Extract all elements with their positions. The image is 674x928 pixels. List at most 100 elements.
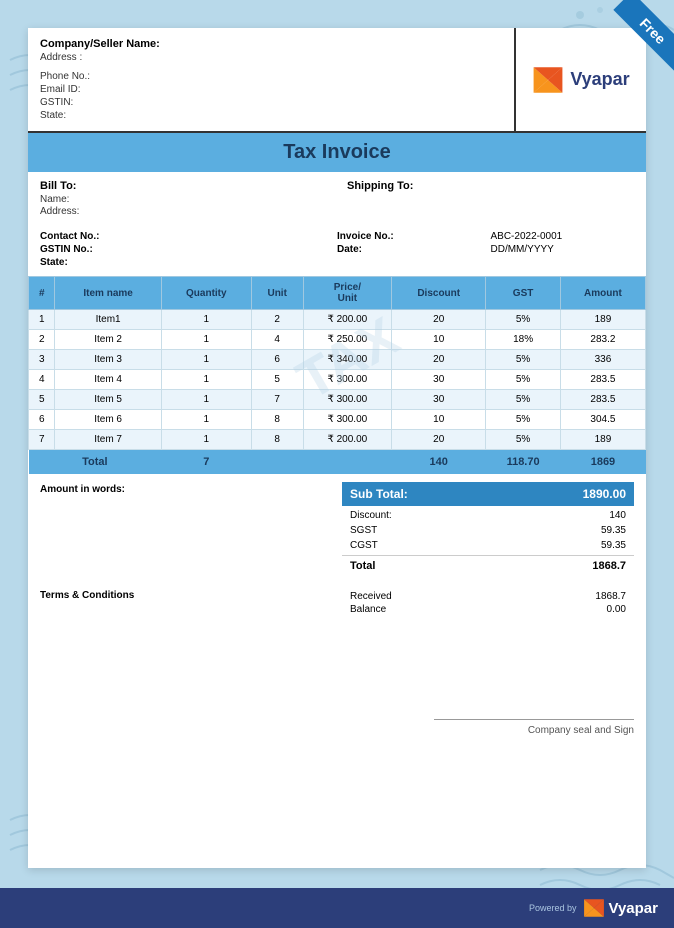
footer-vyapar-logo: Vyapar: [583, 897, 658, 919]
cell-gst: 5%: [486, 310, 561, 330]
date-label-row: Date:: [337, 244, 481, 255]
cell-num: 4: [29, 370, 55, 390]
cell-qty: 1: [161, 330, 251, 350]
free-banner: Free: [584, 0, 674, 90]
cell-qty: 1: [161, 310, 251, 330]
invoice-no-value-row: ABC-2022-0001: [491, 231, 635, 242]
sgst-value: 59.35: [601, 525, 626, 536]
cell-discount: 20: [392, 430, 486, 450]
invoice-right-details: Invoice No.: Date: ABC-2022-0001 DD/MM/Y…: [337, 229, 634, 268]
cell-num: 3: [29, 350, 55, 370]
invoice-title: Tax Invoice: [28, 141, 646, 164]
gstin-no-label: GSTIN No.:: [40, 244, 93, 255]
cell-amount: 189: [560, 310, 645, 330]
cgst-label: CGST: [350, 540, 378, 551]
discount-label: Discount:: [350, 510, 392, 521]
invoice-no-label-row: Invoice No.:: [337, 231, 481, 242]
cell-amount: 283.5: [560, 370, 645, 390]
total-summary-label: Total: [350, 560, 375, 572]
ship-to: Shipping To:: [347, 180, 634, 217]
received-value: 1868.7: [595, 591, 626, 602]
col-price: Price/Unit: [303, 277, 392, 310]
gstin-row: GSTIN No.:: [40, 244, 337, 255]
vyapar-v-icon: [532, 64, 564, 96]
table-footer-row: Total 7 140 118.70 1869: [29, 450, 646, 475]
summary-section: Amount in words: Sub Total: 1890.00 Disc…: [28, 474, 646, 582]
contact-row: Contact No.:: [40, 231, 337, 242]
cell-amount: 283.5: [560, 390, 645, 410]
sgst-label: SGST: [350, 525, 377, 536]
ship-to-label: Shipping To:: [347, 180, 634, 192]
cell-price: ₹ 300.00: [303, 370, 392, 390]
received-row: Received 1868.7: [342, 590, 634, 603]
col-unit: Unit: [251, 277, 303, 310]
subtotal-bar: Sub Total: 1890.00: [342, 482, 634, 506]
col-item: Item name: [55, 277, 161, 310]
cell-discount: 30: [392, 390, 486, 410]
terms-right: Received 1868.7 Balance 0.00: [342, 590, 634, 616]
footer-bar: Powered by Vyapar: [0, 888, 674, 928]
cell-num: 1: [29, 310, 55, 330]
table-row: 5 Item 5 1 7 ₹ 300.00 30 5% 283.5: [29, 390, 646, 410]
cell-unit: 7: [251, 390, 303, 410]
cell-unit: 4: [251, 330, 303, 350]
invoice-details: Contact No.: GSTIN No.: State: Invoice N…: [28, 225, 646, 276]
invoice-header: Company/Seller Name: Address : Phone No.…: [28, 28, 646, 133]
total-amount: 1869: [560, 450, 645, 475]
balance-label: Balance: [350, 604, 386, 615]
cell-num: 6: [29, 410, 55, 430]
cell-gst: 5%: [486, 410, 561, 430]
cgst-value: 59.35: [601, 540, 626, 551]
cell-unit: 8: [251, 430, 303, 450]
table-row: 3 Item 3 1 6 ₹ 340.00 20 5% 336: [29, 350, 646, 370]
table-row: 1 Item1 1 2 ₹ 200.00 20 5% 189: [29, 310, 646, 330]
cell-name: Item 3: [55, 350, 161, 370]
invoice-no-value: ABC-2022-0001: [491, 231, 563, 242]
table-row: 7 Item 7 1 8 ₹ 200.00 20 5% 189: [29, 430, 646, 450]
total-gst: 118.70: [486, 450, 561, 475]
footer-powered-by: Powered by: [529, 903, 577, 913]
cell-name: Item 7: [55, 430, 161, 450]
cell-num: 7: [29, 430, 55, 450]
cell-unit: 5: [251, 370, 303, 390]
cell-qty: 1: [161, 350, 251, 370]
invoice-no-label: Invoice No.:: [337, 231, 394, 242]
cell-price: ₹ 200.00: [303, 430, 392, 450]
discount-value: 140: [609, 510, 626, 521]
col-amount: Amount: [560, 277, 645, 310]
cell-qty: 1: [161, 410, 251, 430]
date-value: DD/MM/YYYY: [491, 244, 554, 255]
cell-name: Item1: [55, 310, 161, 330]
cell-price: ₹ 300.00: [303, 410, 392, 430]
title-bar: Tax Invoice: [28, 133, 646, 172]
invoice-left-details: Contact No.: GSTIN No.: State:: [40, 229, 337, 268]
cell-gst: 18%: [486, 330, 561, 350]
billing-section: Bill To: Name: Address: Shipping To:: [28, 172, 646, 225]
discount-row: Discount: 140: [342, 508, 634, 523]
cell-price: ₹ 300.00: [303, 390, 392, 410]
cell-unit: 6: [251, 350, 303, 370]
invoice-footer-area: Company seal and Sign: [28, 624, 646, 744]
col-discount: Discount: [392, 277, 486, 310]
bill-to-label: Bill To:: [40, 180, 327, 192]
balance-row: Balance 0.00: [342, 603, 634, 616]
phone-label: Phone No.:: [40, 71, 502, 82]
state-billing-label: State:: [40, 257, 68, 268]
cell-gst: 5%: [486, 370, 561, 390]
table-row: 2 Item 2 1 4 ₹ 250.00 10 18% 283.2: [29, 330, 646, 350]
table-row: 4 Item 4 1 5 ₹ 300.00 30 5% 283.5: [29, 370, 646, 390]
total-summary-row: Total 1868.7: [342, 555, 634, 574]
cell-gst: 5%: [486, 430, 561, 450]
table-row: 6 Item 6 1 8 ₹ 300.00 10 5% 304.5: [29, 410, 646, 430]
cell-discount: 20: [392, 350, 486, 370]
date-label: Date:: [337, 244, 362, 255]
address-label: Address :: [40, 52, 502, 63]
col-gst: GST: [486, 277, 561, 310]
company-name-label: Company/Seller Name:: [40, 38, 502, 50]
footer-vyapar-icon: [583, 897, 605, 919]
cell-gst: 5%: [486, 350, 561, 370]
terms-label: Terms & Conditions: [40, 590, 134, 601]
cell-price: ₹ 250.00: [303, 330, 392, 350]
col-qty: Quantity: [161, 277, 251, 310]
cell-name: Item 6: [55, 410, 161, 430]
